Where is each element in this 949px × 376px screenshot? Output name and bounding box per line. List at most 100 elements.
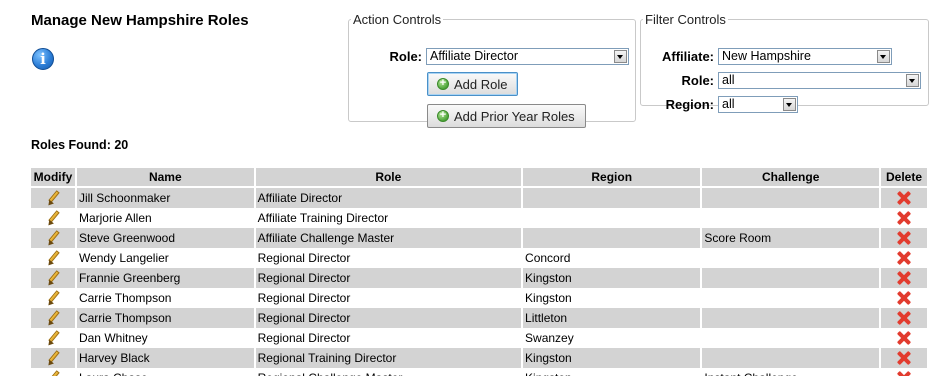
modify-cell[interactable]: [31, 268, 75, 288]
name-cell: Marjorie Allen: [78, 211, 152, 225]
table-body: Jill Schoonmaker Affiliate Director Marjor…: [31, 188, 927, 376]
delete-icon[interactable]: [897, 211, 911, 225]
add-prior-year-roles-button[interactable]: + Add Prior Year Roles: [427, 104, 586, 128]
header-region: Region: [523, 168, 701, 188]
region-cell: Littleton: [523, 308, 701, 328]
header-name: Name: [76, 168, 254, 188]
chevron-down-icon: [614, 50, 627, 63]
modify-cell[interactable]: [31, 208, 75, 228]
table-row: Jill Schoonmaker Affiliate Director: [31, 188, 927, 208]
modify-cell[interactable]: [31, 228, 75, 248]
filter-region-label: Region:: [665, 97, 714, 112]
region-cell: [523, 188, 701, 208]
roles-table: Modify Name Role Region Challenge Delete…: [31, 168, 929, 376]
role-cell: Regional Director: [255, 308, 522, 328]
pencil-icon[interactable]: [45, 330, 61, 346]
region-cell: Concord: [525, 251, 571, 265]
filter-affiliate-label: Affiliate:: [662, 49, 714, 64]
name-cell: Carrie Thompson: [78, 291, 172, 305]
challenge-cell: [702, 328, 879, 348]
delete-icon[interactable]: [897, 231, 911, 245]
delete-cell[interactable]: [881, 288, 927, 308]
action-controls-legend: Action Controls: [353, 12, 442, 27]
challenge-cell: Instant Challenge: [702, 368, 879, 376]
delete-icon[interactable]: [897, 271, 911, 285]
pencil-icon[interactable]: [45, 250, 61, 266]
roles-table-container: Modify Name Role Region Challenge Delete…: [31, 168, 929, 376]
delete-icon[interactable]: [897, 311, 911, 325]
region-cell: Kingston: [525, 291, 572, 305]
region-cell: Swanzey: [525, 331, 574, 345]
table-row: Marjorie Allen Affiliate Training Directo…: [31, 208, 927, 228]
role-cell: Regional Director: [257, 331, 351, 345]
delete-cell[interactable]: [881, 328, 927, 348]
delete-icon[interactable]: [897, 291, 911, 305]
table-row: Wendy Langelier Regional Director Concord: [31, 248, 927, 268]
action-role-select[interactable]: Affiliate Director: [426, 48, 629, 65]
delete-cell[interactable]: [881, 368, 927, 376]
pencil-icon[interactable]: [45, 290, 61, 306]
delete-icon[interactable]: [897, 251, 911, 265]
add-role-label: Add Role: [454, 76, 508, 92]
modify-cell[interactable]: [31, 308, 75, 328]
modify-cell[interactable]: [31, 288, 75, 308]
filter-affiliate-select[interactable]: New Hampshire: [718, 48, 892, 65]
delete-cell[interactable]: [881, 308, 927, 328]
pencil-icon[interactable]: [45, 190, 61, 206]
pencil-icon[interactable]: [45, 210, 61, 226]
pencil-icon[interactable]: [45, 310, 61, 326]
pencil-icon[interactable]: [45, 350, 61, 366]
name-cell: Wendy Langelier: [78, 251, 169, 265]
delete-icon[interactable]: [897, 371, 911, 376]
delete-cell[interactable]: [881, 208, 927, 228]
table-row: Frannie Greenberg Regional Director Kingst…: [31, 268, 927, 288]
delete-icon[interactable]: [897, 331, 911, 345]
delete-cell[interactable]: [881, 188, 927, 208]
challenge-cell: [702, 268, 879, 288]
challenge-cell: [702, 308, 879, 328]
action-role-value: Affiliate Director: [430, 49, 518, 63]
add-prior-year-roles-label: Add Prior Year Roles: [454, 108, 575, 124]
role-cell: Regional Director: [257, 291, 351, 305]
delete-cell[interactable]: [881, 348, 927, 368]
filter-region-select[interactable]: all: [718, 96, 798, 113]
modify-cell[interactable]: [31, 348, 75, 368]
delete-icon[interactable]: [897, 351, 911, 365]
delete-icon[interactable]: [897, 191, 911, 205]
modify-cell[interactable]: [31, 368, 75, 376]
add-role-button[interactable]: + Add Role: [427, 72, 519, 96]
pencil-icon[interactable]: [45, 270, 61, 286]
roles-found-label: Roles Found:: [31, 138, 111, 152]
pencil-icon[interactable]: [45, 230, 61, 246]
region-cell: Kingston: [523, 348, 701, 368]
filter-region-value: all: [722, 97, 735, 111]
pencil-icon[interactable]: [45, 370, 61, 376]
challenge-cell: Score Room: [702, 228, 879, 248]
table-row: Steve Greenwood Affiliate Challenge Maste…: [31, 228, 927, 248]
name-cell: Laura Chase: [77, 368, 254, 376]
header-challenge: Challenge: [702, 168, 879, 188]
modify-cell[interactable]: [31, 328, 75, 348]
table-row: Dan Whitney Regional Director Swanzey: [31, 328, 927, 348]
role-cell: Regional Challenge Master: [256, 368, 521, 376]
delete-cell[interactable]: [881, 268, 927, 288]
filter-role-value: all: [722, 73, 735, 87]
info-icon[interactable]: i: [32, 48, 54, 70]
plus-icon: +: [437, 78, 449, 90]
filter-affiliate-value: New Hampshire: [722, 49, 811, 63]
delete-cell[interactable]: [881, 248, 927, 268]
modify-cell[interactable]: [31, 248, 75, 268]
role-cell: Regional Training Director: [255, 348, 522, 368]
table-row: Laura ChaseRegional Challenge MasterKing…: [31, 368, 927, 376]
chevron-down-icon: [906, 74, 919, 87]
header-delete: Delete: [881, 168, 927, 188]
name-cell: Frannie Greenberg: [76, 268, 254, 288]
chevron-down-icon: [877, 50, 890, 63]
challenge-cell: [702, 188, 879, 208]
delete-cell[interactable]: [881, 228, 927, 248]
role-cell: Affiliate Director: [255, 188, 522, 208]
modify-cell[interactable]: [31, 188, 75, 208]
filter-role-select[interactable]: all: [718, 72, 921, 89]
role-cell: Affiliate Challenge Master: [255, 228, 522, 248]
name-cell: Jill Schoonmaker: [76, 188, 254, 208]
